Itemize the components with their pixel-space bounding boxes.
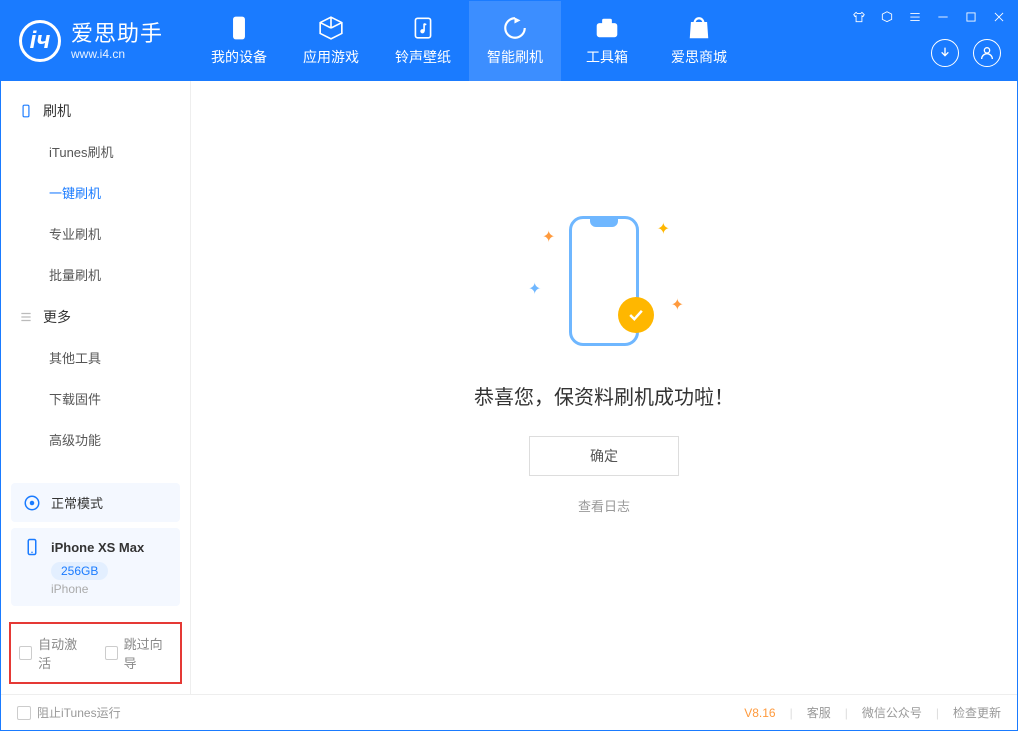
- phone-small-icon: [19, 104, 33, 118]
- mode-label: 正常模式: [51, 493, 103, 512]
- list-icon: [19, 310, 33, 324]
- view-log-link[interactable]: 查看日志: [578, 496, 630, 515]
- nav-tab-ringtone[interactable]: 铃声壁纸: [377, 1, 469, 81]
- brand-url: www.i4.cn: [71, 47, 163, 61]
- app-window: iч 爱思助手 www.i4.cn 我的设备 应用游戏 铃声壁纸 智能刷机: [0, 0, 1018, 731]
- separator: |: [845, 706, 848, 720]
- nav-label: 智能刷机: [487, 47, 543, 67]
- device-card[interactable]: iPhone XS Max 256GB iPhone: [11, 528, 180, 606]
- checkbox-label: 阻止iTunes运行: [37, 704, 121, 721]
- device-type: iPhone: [51, 582, 168, 596]
- footer-link-support[interactable]: 客服: [807, 704, 831, 721]
- device-icon: [23, 538, 41, 556]
- nav-tab-store[interactable]: 爱思商城: [653, 1, 745, 81]
- shirt-icon[interactable]: [851, 9, 867, 25]
- footer-right: V8.16 | 客服 | 微信公众号 | 检查更新: [744, 704, 1001, 721]
- nav-tab-device[interactable]: 我的设备: [193, 1, 285, 81]
- nav-label: 我的设备: [211, 47, 267, 67]
- section-title: 更多: [43, 307, 71, 327]
- nav-tabs: 我的设备 应用游戏 铃声壁纸 智能刷机 工具箱 爱思商城: [193, 1, 745, 81]
- sidebar-section-more: 更多: [1, 295, 190, 337]
- maximize-button[interactable]: [963, 9, 979, 25]
- ok-button[interactable]: 确定: [529, 436, 679, 476]
- menu-icon[interactable]: [907, 9, 923, 25]
- phone-icon: [226, 15, 252, 41]
- sparkle-icon: ✦: [671, 295, 684, 315]
- mode-icon: [23, 494, 41, 512]
- sidebar-item-oneclick[interactable]: 一键刷机: [1, 172, 190, 213]
- nav-label: 铃声壁纸: [395, 47, 451, 67]
- version-label: V8.16: [744, 706, 775, 720]
- user-button[interactable]: [973, 39, 1001, 67]
- footer: 阻止iTunes运行 V8.16 | 客服 | 微信公众号 | 检查更新: [1, 694, 1017, 730]
- main-content: ✦ ✦ ✦ ✦ 恭喜您，保资料刷机成功啦！ 确定 查看日志: [191, 81, 1017, 694]
- sidebar-item-advanced[interactable]: 高级功能: [1, 419, 190, 460]
- sidebar-item-batch[interactable]: 批量刷机: [1, 254, 190, 295]
- sidebar-item-pro[interactable]: 专业刷机: [1, 213, 190, 254]
- checkbox-icon: [19, 646, 32, 660]
- options-row: 自动激活 跳过向导: [9, 622, 182, 684]
- footer-link-update[interactable]: 检查更新: [953, 704, 1001, 721]
- success-illustration: ✦ ✦ ✦ ✦: [524, 201, 684, 361]
- cube-small-icon[interactable]: [879, 9, 895, 25]
- nav-label: 爱思商城: [671, 47, 727, 67]
- header-actions: [931, 39, 1001, 67]
- checkbox-label: 跳过向导: [124, 634, 172, 672]
- sparkle-icon: ✦: [542, 227, 555, 247]
- download-button[interactable]: [931, 39, 959, 67]
- refresh-shield-icon: [502, 15, 528, 41]
- sidebar-section-flash: 刷机: [1, 89, 190, 131]
- separator: |: [790, 706, 793, 720]
- close-button[interactable]: [991, 9, 1007, 25]
- sparkle-icon: ✦: [657, 219, 670, 239]
- section-title: 刷机: [43, 101, 71, 121]
- minimize-button[interactable]: [935, 9, 951, 25]
- nav-tab-apps[interactable]: 应用游戏: [285, 1, 377, 81]
- sidebar-item-other[interactable]: 其他工具: [1, 337, 190, 378]
- auto-activate-checkbox[interactable]: 自动激活: [19, 634, 87, 672]
- sidebar: 刷机 iTunes刷机 一键刷机 专业刷机 批量刷机 更多 其他工具 下载固件 …: [1, 81, 191, 694]
- header: iч 爱思助手 www.i4.cn 我的设备 应用游戏 铃声壁纸 智能刷机: [1, 1, 1017, 81]
- storage-badge: 256GB: [51, 562, 108, 580]
- mode-card[interactable]: 正常模式: [11, 483, 180, 522]
- sidebar-item-firmware[interactable]: 下载固件: [1, 378, 190, 419]
- music-file-icon: [410, 15, 436, 41]
- device-name: iPhone XS Max: [51, 540, 144, 555]
- skip-guide-checkbox[interactable]: 跳过向导: [105, 634, 173, 672]
- logo-icon: iч: [19, 20, 61, 62]
- sparkle-icon: ✦: [528, 279, 541, 299]
- check-badge-icon: [618, 297, 654, 333]
- window-controls: [851, 9, 1007, 25]
- success-message: 恭喜您，保资料刷机成功啦！: [474, 381, 734, 410]
- footer-link-wechat[interactable]: 微信公众号: [862, 704, 922, 721]
- brand-name: 爱思助手: [71, 21, 163, 47]
- toolbox-icon: [594, 15, 620, 41]
- checkbox-icon: [17, 706, 31, 720]
- separator: |: [936, 706, 939, 720]
- nav-label: 应用游戏: [303, 47, 359, 67]
- logo: iч 爱思助手 www.i4.cn: [19, 20, 163, 62]
- checkbox-label: 自动激活: [38, 634, 86, 672]
- nav-tab-toolbox[interactable]: 工具箱: [561, 1, 653, 81]
- body: 刷机 iTunes刷机 一键刷机 专业刷机 批量刷机 更多 其他工具 下载固件 …: [1, 81, 1017, 694]
- sidebar-item-itunes[interactable]: iTunes刷机: [1, 131, 190, 172]
- block-itunes-checkbox[interactable]: 阻止iTunes运行: [17, 704, 121, 721]
- bag-icon: [686, 15, 712, 41]
- checkbox-icon: [105, 646, 118, 660]
- nav-label: 工具箱: [586, 47, 628, 67]
- cube-icon: [318, 15, 344, 41]
- nav-tab-flash[interactable]: 智能刷机: [469, 1, 561, 81]
